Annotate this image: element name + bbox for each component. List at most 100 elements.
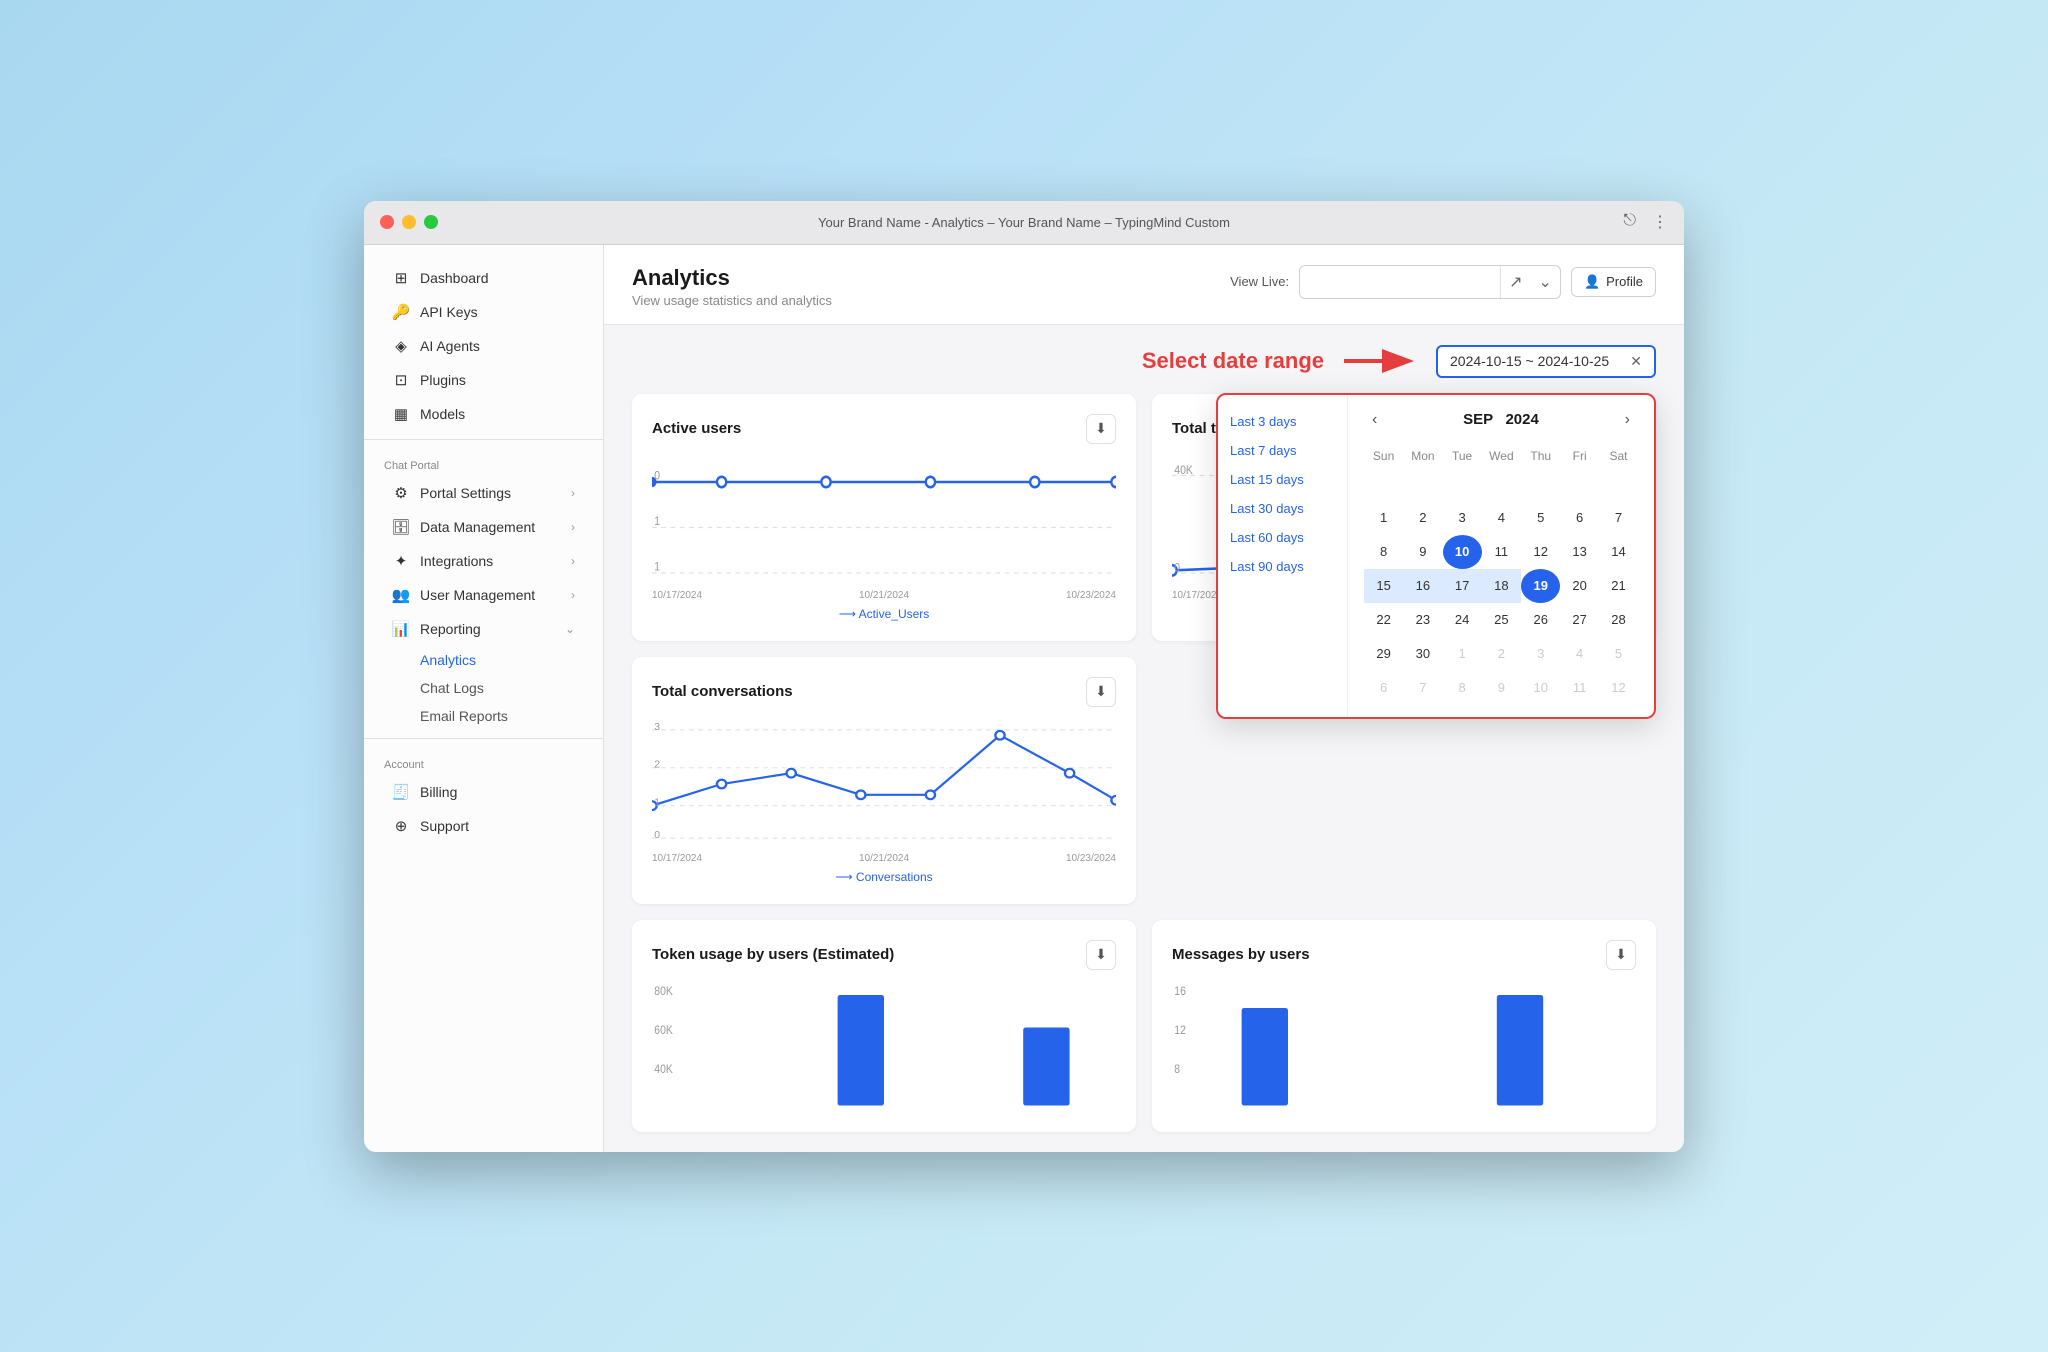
window-title: Your Brand Name - Analytics – Your Brand… xyxy=(818,215,1230,230)
calendar-day[interactable]: 10 xyxy=(1521,671,1560,705)
last-60-days-button[interactable]: Last 60 days xyxy=(1230,527,1335,548)
database-icon: 🗄 xyxy=(392,518,410,536)
calendar-day[interactable]: 19 xyxy=(1521,569,1560,603)
sidebar-sub-item-label: Chat Logs xyxy=(420,680,484,696)
sidebar-item-integrations[interactable]: ✦ Integrations › xyxy=(372,544,595,578)
menu-icon[interactable]: ⋮ xyxy=(1652,212,1668,232)
chevron-right-icon: › xyxy=(571,520,575,534)
calendar-day[interactable]: 1 xyxy=(1443,637,1482,671)
key-icon: 🔑 xyxy=(392,303,410,321)
fullscreen-button[interactable] xyxy=(424,215,438,229)
sidebar-item-label: Portal Settings xyxy=(420,485,511,501)
last-7-days-button[interactable]: Last 7 days xyxy=(1230,440,1335,461)
external-link-icon[interactable]: ↗ xyxy=(1500,266,1530,298)
chart-legend: ⟶ Active_Users xyxy=(652,607,1116,621)
calendar-day[interactable]: 2 xyxy=(1482,637,1521,671)
calendar-day[interactable]: 25 xyxy=(1482,603,1521,637)
calendar-day[interactable]: 12 xyxy=(1599,671,1638,705)
calendar-day[interactable]: 27 xyxy=(1560,603,1599,637)
sidebar-item-billing[interactable]: 🧾 Billing xyxy=(372,775,595,809)
sidebar-item-user-management[interactable]: 👥 User Management › xyxy=(372,578,595,612)
calendar-day[interactable]: 17 xyxy=(1443,569,1482,603)
last-90-days-button[interactable]: Last 90 days xyxy=(1230,556,1335,577)
calendar-day[interactable]: 2 xyxy=(1403,501,1442,535)
calendar-day[interactable]: 29 xyxy=(1364,637,1403,671)
sidebar-sub-item-analytics[interactable]: Analytics xyxy=(372,646,595,674)
calendar-day[interactable]: 8 xyxy=(1443,671,1482,705)
last-3-days-button[interactable]: Last 3 days xyxy=(1230,411,1335,432)
divider xyxy=(364,439,603,440)
sidebar-item-data-management[interactable]: 🗄 Data Management › xyxy=(372,510,595,544)
calendar-day[interactable]: 11 xyxy=(1482,535,1521,569)
sidebar-item-dashboard[interactable]: ⊞ Dashboard xyxy=(372,261,595,295)
calendar-day[interactable]: 14 xyxy=(1599,535,1638,569)
download-conversations-button[interactable]: ⬇ xyxy=(1086,677,1116,707)
calendar-day[interactable]: 11 xyxy=(1560,671,1599,705)
calendar-day[interactable]: 10 xyxy=(1443,535,1482,569)
calendar-day[interactable]: 4 xyxy=(1482,501,1521,535)
calendar-day[interactable]: 15 xyxy=(1364,569,1403,603)
download-messages-button[interactable]: ⬇ xyxy=(1606,940,1636,970)
chart-header: Token usage by users (Estimated) ⬇ xyxy=(652,940,1116,970)
download-active-users-button[interactable]: ⬇ xyxy=(1086,414,1116,444)
date-range-input[interactable]: 2024-10-15 ~ 2024-10-25 ✕ xyxy=(1436,345,1656,378)
calendar-day[interactable]: 1 xyxy=(1364,501,1403,535)
calendar-day xyxy=(1482,467,1521,501)
minimize-button[interactable] xyxy=(402,215,416,229)
calendar-day[interactable]: 22 xyxy=(1364,603,1403,637)
day-header-fri: Fri xyxy=(1560,445,1599,467)
download-token-usage-button[interactable]: ⬇ xyxy=(1086,940,1116,970)
header-actions: View Live: ↗ ⌄ 👤 Profile xyxy=(1230,265,1656,299)
calendar-day[interactable]: 7 xyxy=(1403,671,1442,705)
svg-text:1: 1 xyxy=(654,515,660,528)
sidebar-sub-item-label: Analytics xyxy=(420,652,476,668)
calendar-day[interactable]: 13 xyxy=(1560,535,1599,569)
dropdown-icon[interactable]: ⌄ xyxy=(1531,266,1560,298)
calendar-day[interactable]: 28 xyxy=(1599,603,1638,637)
total-conversations-chart: 3 2 1 0 xyxy=(652,719,1116,849)
share-icon[interactable]: ⎋ xyxy=(1623,212,1636,232)
url-input[interactable] xyxy=(1300,268,1500,295)
calendar-day[interactable]: 12 xyxy=(1521,535,1560,569)
last-15-days-button[interactable]: Last 15 days xyxy=(1230,469,1335,490)
sidebar-sub-item-chat-logs[interactable]: Chat Logs xyxy=(372,674,595,702)
calendar-day[interactable]: 3 xyxy=(1521,637,1560,671)
profile-button[interactable]: 👤 Profile xyxy=(1571,267,1656,297)
close-button[interactable] xyxy=(380,215,394,229)
last-30-days-button[interactable]: Last 30 days xyxy=(1230,498,1335,519)
sidebar-item-api-keys[interactable]: 🔑 API Keys xyxy=(372,295,595,329)
calendar-day[interactable]: 6 xyxy=(1560,501,1599,535)
calendar-day[interactable]: 26 xyxy=(1521,603,1560,637)
prev-month-button[interactable]: ‹ xyxy=(1364,407,1385,433)
calendar-day[interactable]: 24 xyxy=(1443,603,1482,637)
sidebar-item-plugins[interactable]: ⊡ Plugins xyxy=(372,363,595,397)
calendar-day[interactable]: 3 xyxy=(1443,501,1482,535)
sidebar-item-reporting[interactable]: 📊 Reporting ⌄ xyxy=(372,612,595,646)
sidebar-item-ai-agents[interactable]: ◈ AI Agents xyxy=(372,329,595,363)
calendar-day xyxy=(1364,467,1403,501)
calendar-day[interactable]: 8 xyxy=(1364,535,1403,569)
calendar-day[interactable]: 9 xyxy=(1403,535,1442,569)
sidebar-item-models[interactable]: ▦ Models xyxy=(372,397,595,431)
sidebar-item-label: Support xyxy=(420,818,469,834)
calendar-day[interactable]: 5 xyxy=(1599,637,1638,671)
sidebar-sub-item-email-reports[interactable]: Email Reports xyxy=(372,702,595,730)
calendar-day[interactable]: 6 xyxy=(1364,671,1403,705)
next-month-button[interactable]: › xyxy=(1617,407,1638,433)
calendar-day[interactable]: 23 xyxy=(1403,603,1442,637)
calendar-day[interactable]: 7 xyxy=(1599,501,1638,535)
calendar-day[interactable]: 18 xyxy=(1482,569,1521,603)
chevron-right-icon: › xyxy=(571,486,575,500)
date-range-close-button[interactable]: ✕ xyxy=(1630,353,1642,370)
calendar-day[interactable]: 20 xyxy=(1560,569,1599,603)
billing-icon: 🧾 xyxy=(392,783,410,801)
calendar-day[interactable]: 16 xyxy=(1403,569,1442,603)
calendar-day[interactable]: 9 xyxy=(1482,671,1521,705)
calendar-day[interactable]: 21 xyxy=(1599,569,1638,603)
calendar-day[interactable]: 5 xyxy=(1521,501,1560,535)
calendar-day[interactable]: 30 xyxy=(1403,637,1442,671)
sidebar-item-portal-settings[interactable]: ⚙ Portal Settings › xyxy=(372,476,595,510)
sidebar-item-label: AI Agents xyxy=(420,338,480,354)
calendar-day[interactable]: 4 xyxy=(1560,637,1599,671)
sidebar-item-support[interactable]: ⊕ Support xyxy=(372,809,595,843)
